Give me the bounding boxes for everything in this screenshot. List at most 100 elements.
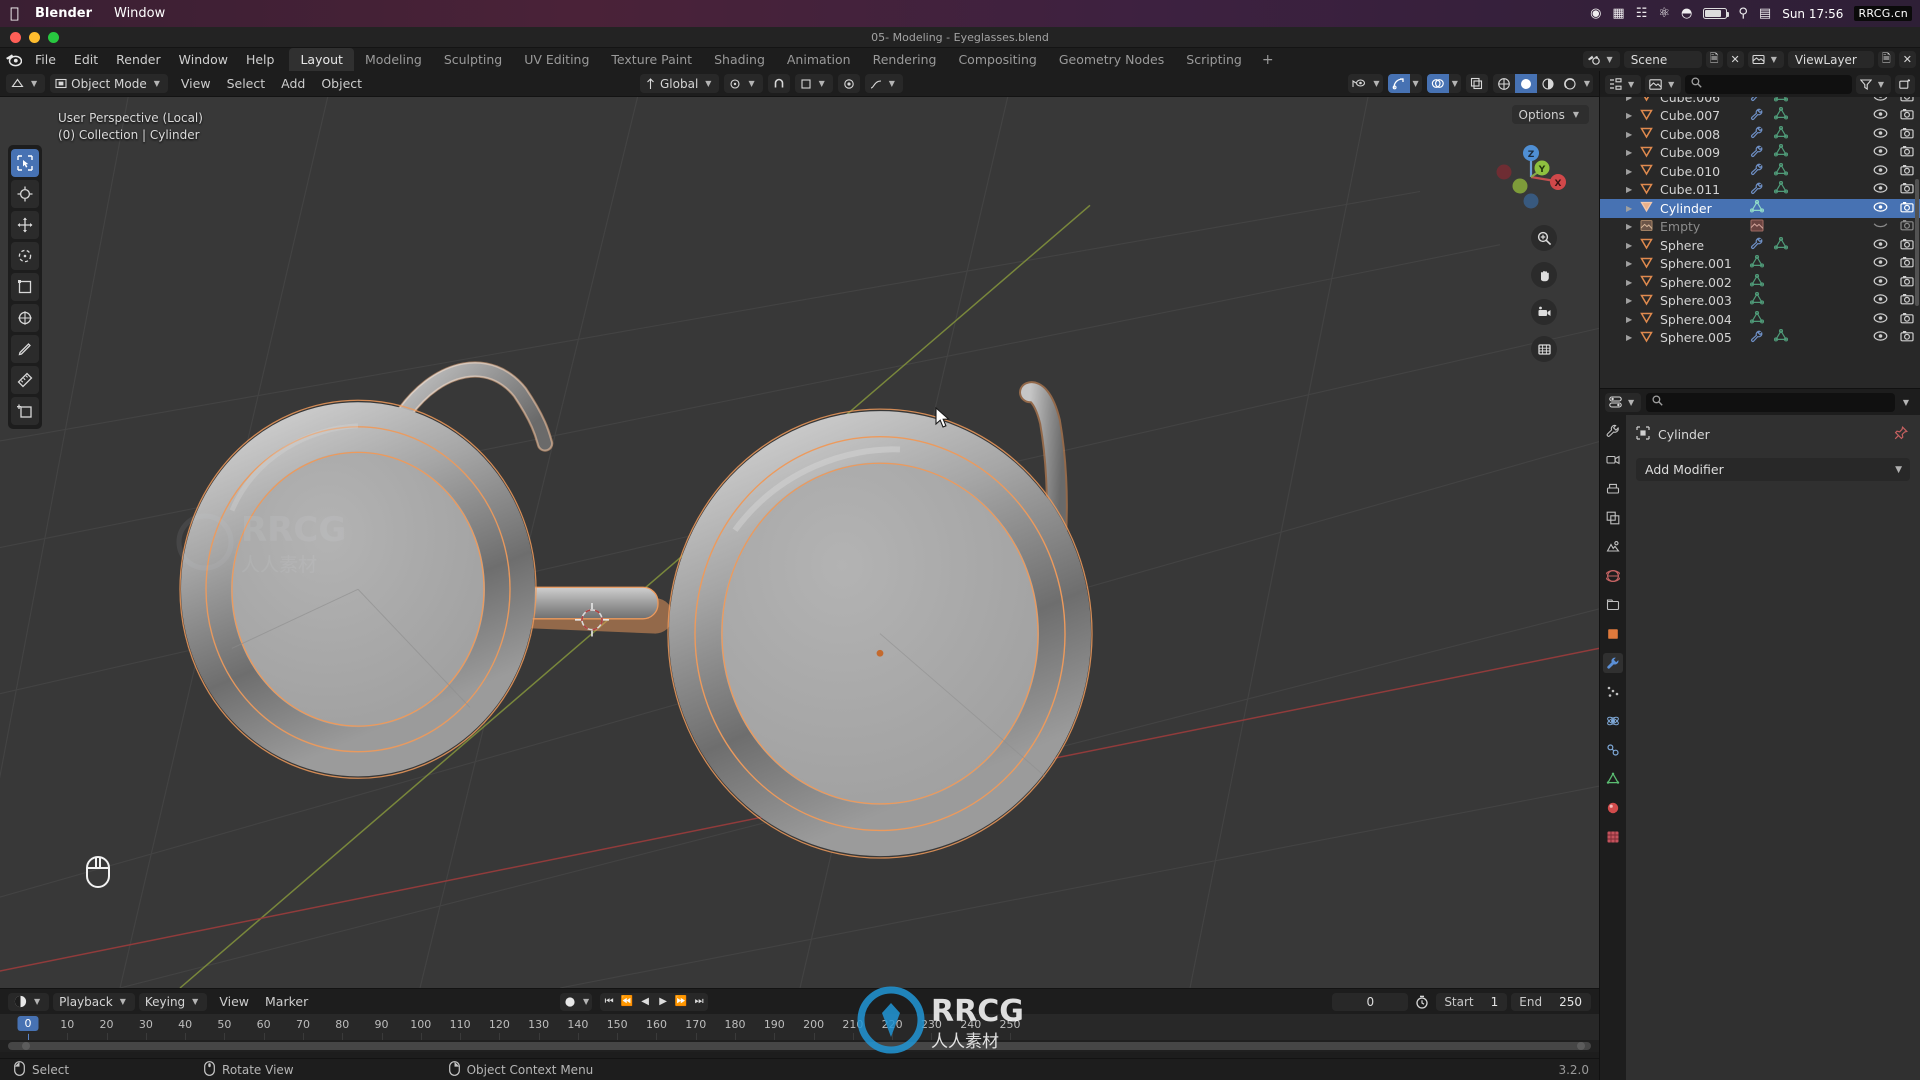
disclosure-triangle-icon[interactable]: ▶ — [1626, 167, 1632, 176]
tab-compositing[interactable]: Compositing — [947, 48, 1047, 71]
camera-render-icon[interactable] — [1900, 219, 1914, 234]
disclosure-triangle-icon[interactable]: ▶ — [1626, 259, 1632, 268]
mesh-data-icon[interactable] — [1749, 255, 1765, 272]
properties-tab-scene[interactable] — [1603, 537, 1623, 557]
properties-tab-tool[interactable] — [1603, 421, 1623, 441]
os-clock[interactable]: Sun 17:56 — [1782, 7, 1843, 21]
timeline-scrollbar[interactable] — [0, 1040, 1599, 1052]
properties-tab-render[interactable] — [1603, 450, 1623, 470]
eye-icon[interactable] — [1873, 238, 1888, 253]
play-button[interactable]: ▶ — [654, 992, 673, 1011]
eye-icon[interactable] — [1873, 330, 1888, 345]
interaction-mode-button[interactable]: Object Mode ▼ — [50, 74, 168, 93]
outliner-row[interactable]: ▶ Empty — [1600, 218, 1920, 237]
outliner-row[interactable]: ▶ Sphere.001 — [1600, 255, 1920, 274]
outliner-scrollbar[interactable] — [1915, 99, 1919, 386]
properties-options-chevron-down-icon[interactable]: ▼ — [1900, 398, 1915, 407]
viewport-menu-view[interactable]: View — [173, 76, 219, 91]
tab-scripting[interactable]: Scripting — [1175, 48, 1253, 71]
xray-group[interactable] — [1465, 74, 1488, 93]
timeline-menu-marker[interactable]: Marker — [257, 994, 316, 1009]
properties-tab-material[interactable] — [1603, 798, 1623, 818]
topbar-menu-help[interactable]: Help — [237, 48, 284, 71]
shading-mode-group[interactable]: ▼ — [1492, 74, 1593, 93]
camera-render-icon[interactable] — [1900, 275, 1914, 290]
modifier-icon[interactable] — [1750, 126, 1764, 142]
properties-tab-data[interactable] — [1603, 769, 1623, 789]
image-data-icon[interactable] — [1750, 219, 1764, 235]
outliner-filter-id-button[interactable]: ▼ — [1645, 74, 1682, 94]
new-viewlayer-button[interactable]: 🗎 — [1877, 51, 1895, 68]
camera-render-icon[interactable] — [1900, 182, 1914, 197]
auto-keying-button[interactable] — [560, 992, 580, 1011]
os-menu-window[interactable]: Window — [114, 6, 165, 21]
eye-icon[interactable] — [1873, 108, 1888, 123]
new-scene-button[interactable]: 🗎 — [1705, 51, 1723, 68]
mesh-data-icon[interactable] — [1749, 199, 1765, 217]
camera-render-icon[interactable] — [1900, 145, 1914, 160]
topbar-menu-file[interactable]: File — [26, 48, 65, 71]
camera-render-icon[interactable] — [1900, 97, 1914, 105]
outliner-row[interactable]: ▶ Sphere.005 — [1600, 329, 1920, 348]
eye-icon[interactable] — [1873, 256, 1888, 271]
modifier-icon[interactable] — [1750, 108, 1764, 124]
mesh-data-icon[interactable] — [1749, 292, 1765, 309]
outliner-row[interactable]: ▶ Cube.007 — [1600, 107, 1920, 126]
outliner-row[interactable]: ▶ Cube.006 — [1600, 97, 1920, 107]
topbar-menu-render[interactable]: Render — [107, 48, 170, 71]
scene-browse-button[interactable]: ▼ — [1582, 51, 1620, 68]
object-visibility-group[interactable]: ▼ — [1348, 74, 1383, 93]
outliner-tree[interactable]: ▶ Cube.006 ▶ Cube.007 ▶ Cube.008 ▶ Cube.009 ▶ Cub… — [1600, 97, 1920, 388]
pin-icon[interactable] — [1894, 425, 1908, 443]
modifier-icon[interactable] — [1750, 145, 1764, 161]
disclosure-triangle-icon[interactable]: ▶ — [1626, 204, 1632, 213]
outliner-search-input[interactable] — [1685, 74, 1852, 94]
mesh-data-icon[interactable] — [1773, 107, 1789, 124]
properties-tab-texture[interactable] — [1603, 827, 1623, 847]
properties-tab-constraints[interactable] — [1603, 740, 1623, 760]
chevron-down-icon[interactable]: ▼ — [1449, 79, 1461, 88]
outliner-new-collection-button[interactable] — [1895, 74, 1915, 94]
eye-icon[interactable] — [1873, 312, 1888, 327]
tool-tweak-select-box[interactable] — [11, 149, 39, 177]
proportional-falloff-button[interactable]: ▼ — [864, 74, 903, 93]
overlays-group[interactable]: ▼ — [1426, 74, 1461, 93]
add-modifier-button[interactable]: Add Modifier ▼ — [1636, 458, 1910, 481]
properties-tab-output[interactable] — [1603, 479, 1623, 499]
properties-tab-modifier[interactable] — [1603, 653, 1623, 673]
disclosure-triangle-icon[interactable]: ▶ — [1626, 333, 1632, 342]
properties-tab-world[interactable] — [1603, 566, 1623, 586]
properties-search-input[interactable] — [1646, 392, 1895, 412]
navigation-gizmo[interactable]: Z X Y — [1493, 139, 1569, 215]
viewlayer-name-field[interactable]: ViewLayer — [1787, 51, 1874, 68]
jump-to-next-keyframe-button[interactable]: ⏩ — [672, 992, 691, 1011]
viewlayer-browse-button[interactable]: ▼ — [1747, 51, 1784, 68]
modifier-icon[interactable] — [1750, 237, 1764, 253]
properties-tab-collection[interactable] — [1603, 595, 1623, 615]
tool-measure[interactable] — [11, 366, 39, 394]
tool-scale[interactable] — [11, 273, 39, 301]
viewport-menu-object[interactable]: Object — [313, 76, 370, 91]
properties-tab-particles[interactable] — [1603, 682, 1623, 702]
chevron-down-icon[interactable]: ▼ — [580, 992, 593, 1011]
disclosure-triangle-icon[interactable]: ▶ — [1626, 185, 1632, 194]
timeline-scroll-handle-left[interactable] — [22, 1042, 30, 1050]
timeline-ruler[interactable]: 0 10 20 30 40 50 60 70 80 90 100 110 120 130 140 150 160… — [0, 1014, 1599, 1040]
chevron-down-icon[interactable]: ▼ — [1370, 79, 1382, 88]
modifier-icon[interactable] — [1750, 182, 1764, 198]
remove-viewlayer-button[interactable]: ✕ — [1898, 51, 1916, 68]
timeline-scroll-handle-right[interactable] — [1577, 1042, 1585, 1050]
timeline-playhead[interactable]: 0 — [17, 1016, 39, 1031]
camera-render-icon[interactable] — [1900, 330, 1914, 345]
eye-icon[interactable] — [1873, 293, 1888, 308]
mesh-data-icon[interactable] — [1773, 125, 1789, 143]
xray-toggle-icon[interactable] — [1466, 74, 1488, 93]
jump-to-end-button[interactable]: ⏭ — [690, 992, 709, 1011]
camera-render-icon[interactable] — [1900, 201, 1914, 216]
eye-icon[interactable] — [1873, 275, 1888, 290]
outliner-row[interactable]: ▶ Cube.009 — [1600, 144, 1920, 163]
material-preview-shading-icon[interactable] — [1537, 74, 1559, 93]
outliner-row[interactable]: ▶ Sphere.003 — [1600, 292, 1920, 311]
eye-icon[interactable] — [1873, 127, 1888, 142]
tab-modeling[interactable]: Modeling — [354, 48, 433, 71]
